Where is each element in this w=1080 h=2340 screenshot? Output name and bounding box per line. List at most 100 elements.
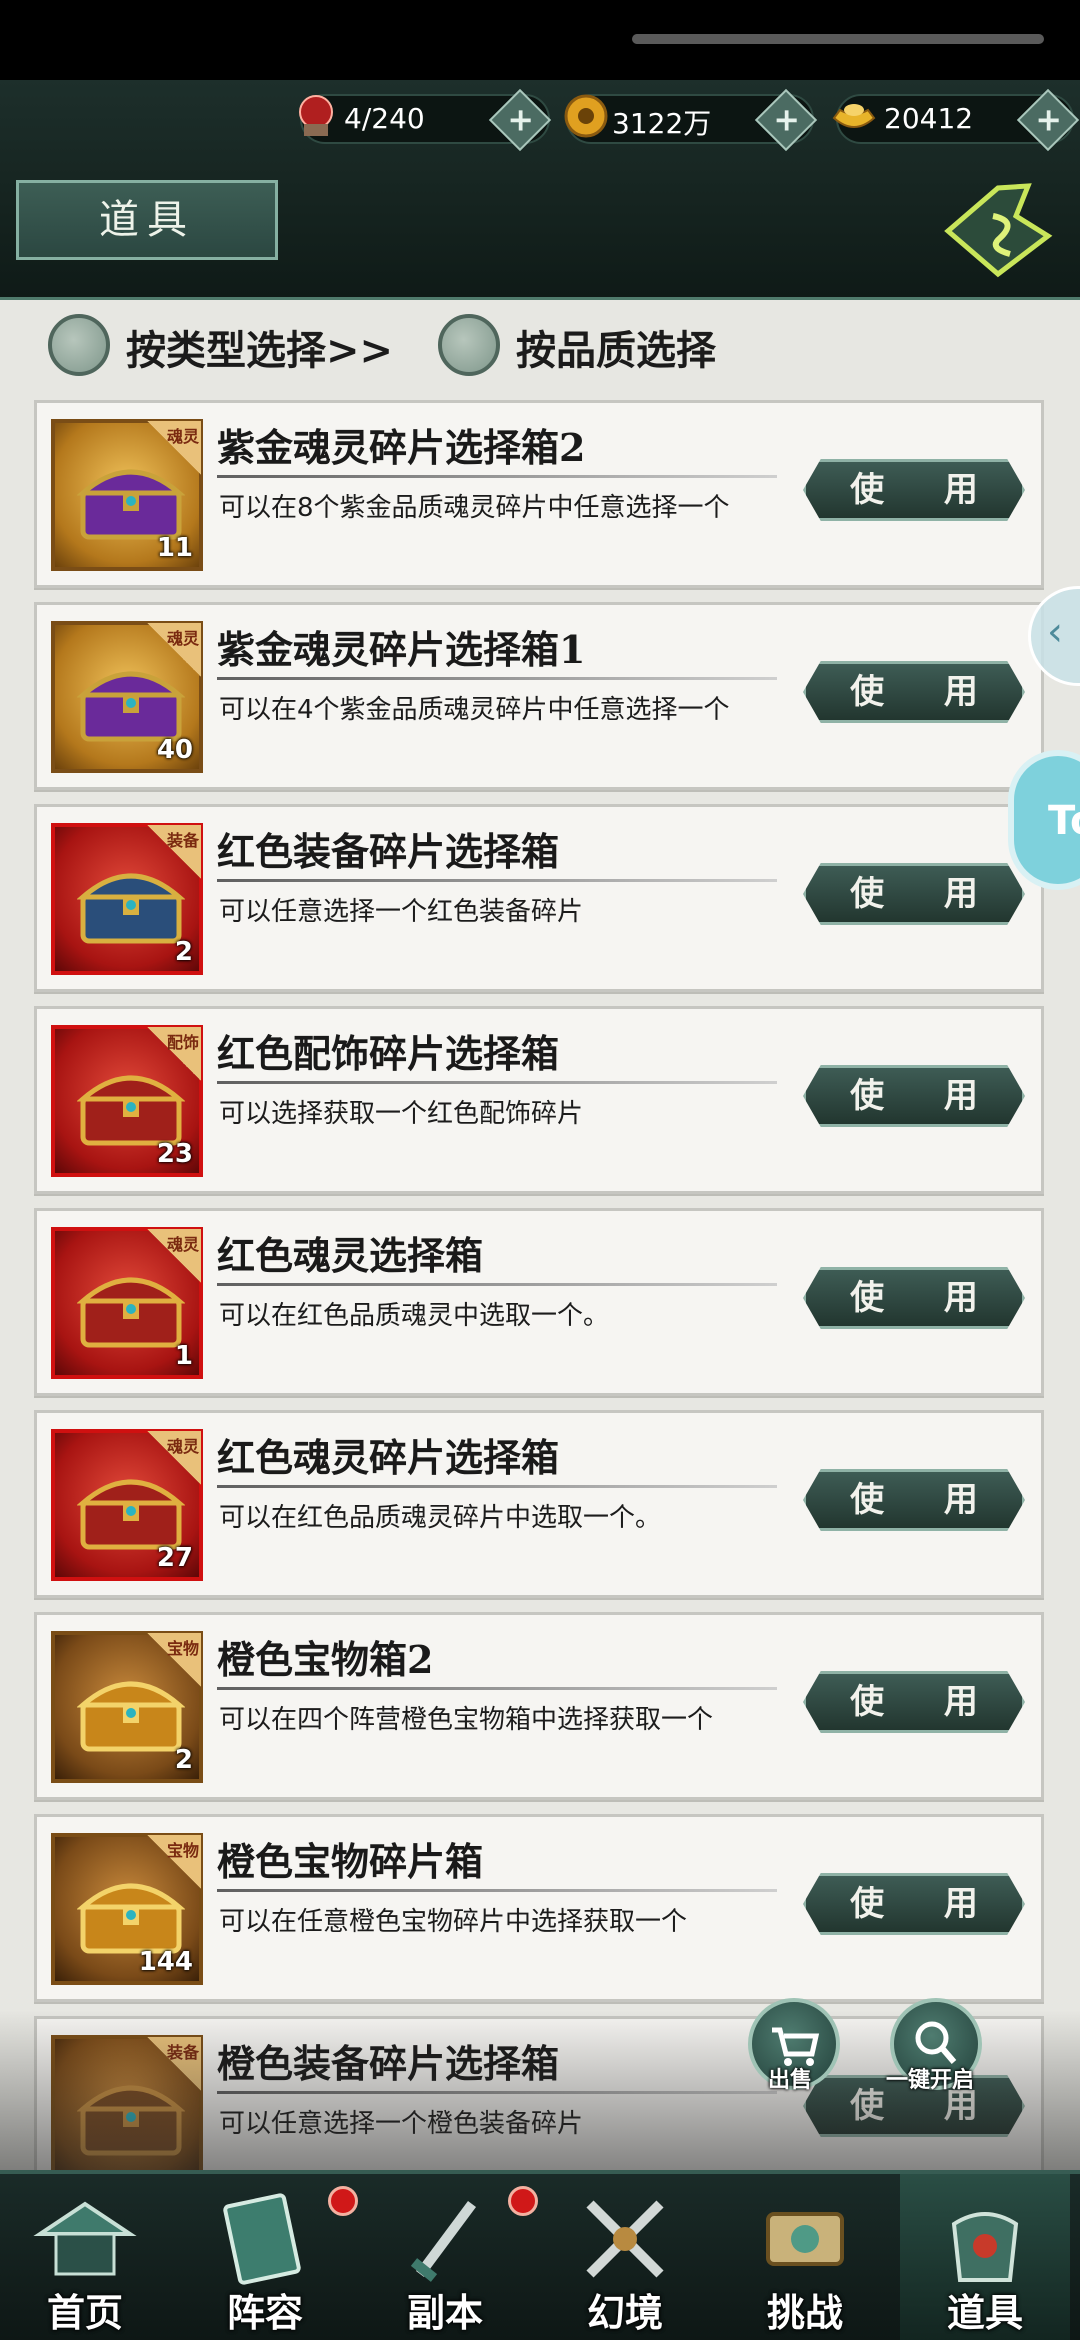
sell-label: 出售: [768, 2068, 813, 2093]
item-count: 27: [156, 1543, 193, 1573]
use-button[interactable]: 使 用: [803, 459, 1025, 521]
nav-item[interactable]: 道具: [900, 2174, 1070, 2340]
list-item: 魂灵 11 紫金魂灵碎片选择箱2 可以在8个紫金品质魂灵碎片中任意选择一个 使 …: [34, 400, 1044, 588]
item-count: 144: [138, 1947, 193, 1977]
use-button[interactable]: 使 用: [803, 1873, 1025, 1935]
item-name: 红色魂灵碎片选择箱: [217, 1435, 560, 1480]
item-thumbnail[interactable]: 宝物 144: [51, 1833, 203, 1985]
notification-badge: [508, 2186, 538, 2216]
category-tag-label: 魂灵: [166, 1235, 199, 1254]
category-tag: 魂灵: [147, 421, 201, 475]
item-description: 可以在四个阵营橙色宝物箱中选择获取一个: [219, 1705, 714, 1735]
scroll-icon: [766, 2212, 844, 2266]
category-tag: 宝物: [147, 1633, 201, 1687]
bag-icon: [951, 2212, 1019, 2282]
nav-item[interactable]: 阵容: [180, 2174, 358, 2340]
item-count: 1: [174, 1341, 193, 1371]
filter-quality-label: 按品质选择: [516, 327, 716, 374]
category-tag-label: 魂灵: [166, 427, 199, 446]
use-button[interactable]: 使 用: [803, 1065, 1025, 1127]
filter-by-quality[interactable]: 按品质选择: [438, 308, 738, 376]
add-stamina-button[interactable]: +: [488, 88, 552, 152]
nav-item[interactable]: 挑战: [720, 2174, 890, 2340]
plus-icon: +: [773, 100, 801, 139]
item-list-area[interactable]: 按类型选择>> 按品质选择 魂灵 11 紫金魂灵碎片选择箱2 可以在8个紫金品质…: [0, 300, 1080, 2170]
item-thumbnail[interactable]: 魂灵 1: [51, 1227, 203, 1379]
item-thumbnail[interactable]: 魂灵 11: [51, 419, 203, 571]
nav-item[interactable]: 首页: [0, 2174, 170, 2340]
item-name: 紫金魂灵碎片选择箱1: [217, 627, 586, 672]
ingot-icon: [832, 104, 876, 128]
filter-quality-radio[interactable]: [438, 314, 500, 376]
item-thumbnail[interactable]: 宝物 2: [51, 1631, 203, 1783]
list-item: 装备 2 红色装备碎片选择箱 可以任意选择一个红色装备碎片 使 用: [34, 804, 1044, 992]
nav-label: 首页: [46, 2290, 123, 2335]
item-name: 橙色宝物碎片箱: [217, 1839, 484, 1884]
use-button[interactable]: 使 用: [803, 1267, 1025, 1329]
category-tag: 宝物: [147, 1835, 201, 1889]
nav-label: 幻境: [586, 2290, 663, 2335]
item-name: 橙色宝物箱2: [217, 1637, 434, 1682]
filter-by-type[interactable]: 按类型选择>>: [48, 308, 408, 376]
chevron-left-icon: ‹: [1047, 609, 1063, 655]
use-button[interactable]: 使 用: [803, 1469, 1025, 1531]
item-name: 红色魂灵选择箱: [217, 1233, 484, 1278]
item-thumbnail[interactable]: 装备 2: [51, 823, 203, 975]
add-coins-button[interactable]: +: [754, 88, 818, 152]
category-tag-label: 配饰: [166, 1033, 199, 1052]
coins-value: 3122万: [612, 107, 712, 140]
use-button-label: 使 用: [850, 1076, 1002, 1116]
item-thumbnail[interactable]: 魂灵 40: [51, 621, 203, 773]
category-tag: 装备: [147, 825, 201, 879]
use-button-label: 使 用: [850, 672, 1002, 712]
stamina-value: 4/240: [344, 102, 425, 135]
item-thumbnail[interactable]: 配饰 23: [51, 1025, 203, 1177]
home-indicator: [632, 34, 1044, 44]
nav-label: 副本: [406, 2290, 483, 2335]
use-button-label: 使 用: [850, 1682, 1002, 1722]
item-description: 可以在任意橙色宝物碎片中选择获取一个: [219, 1907, 688, 1937]
use-button-label: 使 用: [850, 1278, 1002, 1318]
divider: [217, 475, 777, 478]
item-name: 红色装备碎片选择箱: [217, 829, 560, 874]
page-title-tab: 道具: [16, 180, 278, 260]
floating-assistant-bubble[interactable]: To: [1008, 750, 1080, 890]
list-item: 宝物 144 橙色宝物碎片箱 可以在任意橙色宝物碎片中选择获取一个 使 用: [34, 1814, 1044, 2002]
game-logo-icon: [944, 183, 1053, 278]
item-count: 23: [156, 1139, 193, 1169]
list-item: 魂灵 40 紫金魂灵碎片选择箱1 可以在4个紫金品质魂灵碎片中任意选择一个 使 …: [34, 602, 1044, 790]
list-item: 配饰 23 红色配饰碎片选择箱 可以选择获取一个红色配饰碎片 使 用: [34, 1006, 1044, 1194]
category-tag: 魂灵: [147, 1229, 201, 1283]
stamina-counter: 4/240 +: [299, 88, 552, 152]
category-tag-label: 宝物: [166, 1639, 199, 1658]
ball-icon: [299, 95, 333, 136]
item-count: 2: [174, 1745, 193, 1775]
item-description: 可以在红色品质魂灵中选取一个。: [219, 1301, 610, 1331]
category-tag: 魂灵: [147, 1431, 201, 1485]
use-button-label: 使 用: [850, 1884, 1002, 1924]
nav-item[interactable]: 幻境: [540, 2174, 710, 2340]
plus-icon: +: [507, 100, 535, 139]
ingots-value: 20412: [884, 102, 974, 135]
filter-row: 按类型选择>> 按品质选择: [0, 300, 1080, 382]
item-thumbnail[interactable]: 魂灵 27: [51, 1429, 203, 1581]
one-click-open-label: 一键开启: [886, 2068, 975, 2093]
use-button[interactable]: 使 用: [803, 1671, 1025, 1733]
coins-counter: 3122万 +: [564, 88, 818, 152]
category-tag: 魂灵: [147, 623, 201, 677]
item-name: 紫金魂灵碎片选择箱2: [217, 425, 586, 470]
filter-type-label: 按类型选择>>: [126, 327, 394, 374]
use-button[interactable]: 使 用: [803, 863, 1025, 925]
item-count: 2: [174, 937, 193, 967]
nav-item[interactable]: 副本: [360, 2174, 538, 2340]
add-ingots-button[interactable]: +: [1016, 88, 1080, 152]
book-icon: [223, 2193, 301, 2285]
divider: [217, 1283, 777, 1286]
coin-icon: [564, 94, 608, 138]
notification-badge: [328, 2186, 358, 2216]
list-item: 魂灵 27 红色魂灵碎片选择箱 可以在红色品质魂灵碎片中选取一个。 使 用: [34, 1410, 1044, 1598]
filter-type-radio[interactable]: [48, 314, 110, 376]
top-header: 4/240 + 3122万 + 20412 + 道具: [0, 80, 1080, 300]
use-button[interactable]: 使 用: [803, 661, 1025, 723]
item-name: 红色配饰碎片选择箱: [217, 1031, 560, 1076]
